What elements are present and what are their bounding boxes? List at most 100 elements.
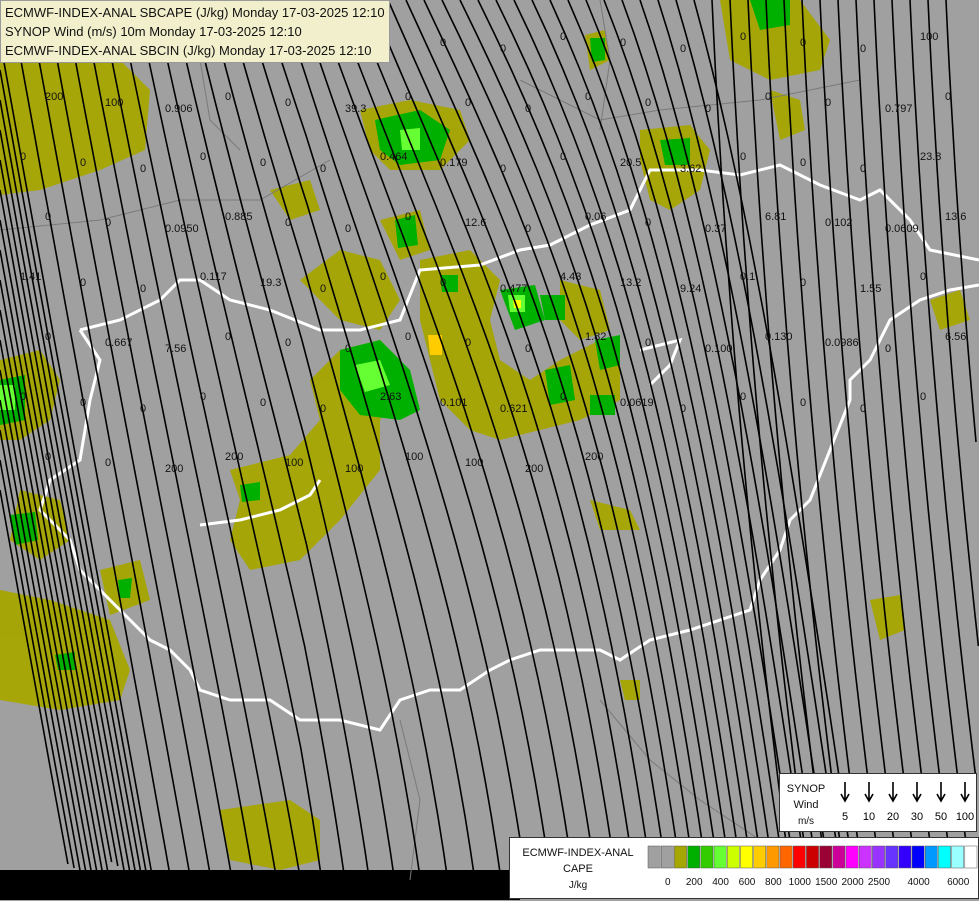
cape-legend-swatch bbox=[687, 845, 701, 869]
map-value-label: 100 bbox=[285, 457, 303, 469]
map-value-label: 20.5 bbox=[620, 157, 641, 169]
wind-legend-speed-label: 20 bbox=[887, 811, 899, 823]
map-value-label: 0 bbox=[500, 163, 506, 175]
map-value-label: 2.63 bbox=[380, 391, 401, 403]
title-line-cape: ECMWF-INDEX-ANAL SBCAPE (J/kg) Monday 17… bbox=[5, 5, 385, 20]
title-line-cin: ECMWF-INDEX-ANAL SBCIN (J/kg) Monday 17-… bbox=[5, 43, 372, 58]
map-value-label: 19.3 bbox=[260, 277, 281, 289]
cape-legend-swatch bbox=[819, 845, 833, 869]
map-value-label: 0 bbox=[525, 223, 531, 235]
map-value-label: 0 bbox=[440, 37, 446, 49]
title-line-wind: SYNOP Wind (m/s) 10m Monday 17-03-2025 1… bbox=[5, 24, 302, 39]
cape-legend-swatch bbox=[911, 845, 925, 869]
cape-legend-swatch bbox=[713, 845, 727, 869]
cape-swatches bbox=[647, 845, 978, 869]
cape-legend-label: 1500 bbox=[815, 877, 838, 888]
map-value-label: 39.3 bbox=[345, 103, 366, 115]
cape-legend-title-2: CAPE bbox=[563, 863, 593, 875]
cape-legend-title-3: J/kg bbox=[569, 880, 587, 891]
map-value-label: 0 bbox=[705, 103, 711, 115]
map-value-label: 0 bbox=[740, 391, 746, 403]
map-value-label: 0.477 bbox=[500, 283, 528, 295]
map-value-label: 13.6 bbox=[945, 211, 966, 223]
wind-legend: SYNOP Wind m/s 5 10 20 30 50 100 bbox=[779, 773, 977, 832]
map-value-label: 0.0986 bbox=[825, 337, 859, 349]
map-value-label: 0.621 bbox=[500, 403, 528, 415]
map-value-label: 0 bbox=[260, 397, 266, 409]
cape-legend-swatch bbox=[700, 845, 714, 869]
map-value-label: 0 bbox=[80, 157, 86, 169]
wind-legend-title-2: Wind bbox=[793, 799, 818, 811]
cape-legend-label: 0 bbox=[665, 877, 671, 888]
map-value-label: 0 bbox=[225, 91, 231, 103]
wind-legend-speed-label: 10 bbox=[863, 811, 875, 823]
cape-legend-swatch bbox=[898, 845, 912, 869]
map-value-label: 4.43 bbox=[560, 271, 581, 283]
map-value-label: 0 bbox=[285, 97, 291, 109]
map-value-label: 200 bbox=[165, 463, 183, 475]
map-value-label: 0 bbox=[740, 151, 746, 163]
map-value-label: 0 bbox=[345, 343, 351, 355]
map-value-label: 100 bbox=[405, 451, 423, 463]
map-value-label: 0 bbox=[260, 157, 266, 169]
cape-legend-label: 800 bbox=[765, 877, 782, 888]
map-value-label: 0.102 bbox=[825, 217, 853, 229]
map-value-label: 0 bbox=[285, 337, 291, 349]
map-value-label: 0 bbox=[80, 397, 86, 409]
map-value-label: 0 bbox=[45, 331, 51, 343]
cape-legend-label: 6000 bbox=[947, 877, 970, 888]
map-value-label: 0 bbox=[620, 37, 626, 49]
map-value-label: 100 bbox=[345, 463, 363, 475]
map-value-label: 0.667 bbox=[105, 337, 133, 349]
map-value-label: 13.2 bbox=[620, 277, 641, 289]
map-value-label: 0.1 bbox=[740, 271, 755, 283]
cape-legend-swatch bbox=[674, 845, 687, 869]
map-value-label: 0 bbox=[45, 451, 51, 463]
cape-legend-label: 1000 bbox=[789, 877, 812, 888]
map-value-label: 0 bbox=[945, 91, 951, 103]
cape-legend-label: 4000 bbox=[907, 877, 930, 888]
map-value-label: 23.8 bbox=[920, 151, 941, 163]
cape-legend-swatch bbox=[660, 845, 674, 869]
map-value-label: 0.100 bbox=[705, 343, 733, 355]
map-value-label: 9.24 bbox=[680, 283, 701, 295]
map-value-label: 0 bbox=[860, 163, 866, 175]
map-value-label: 6.81 bbox=[765, 211, 786, 223]
map-value-label: 0 bbox=[320, 163, 326, 175]
wind-legend-arrow-icon bbox=[888, 782, 898, 803]
map-value-label: 0.0950 bbox=[165, 223, 199, 235]
cape-legend-swatch bbox=[924, 845, 938, 869]
map-value-label: 0 bbox=[285, 217, 291, 229]
map-value-label: 0 bbox=[560, 151, 566, 163]
map-value-label: 0 bbox=[525, 103, 531, 115]
map-value-label: 0 bbox=[140, 163, 146, 175]
map-value-label: 0 bbox=[560, 31, 566, 43]
map-value-label: 0 bbox=[225, 331, 231, 343]
map-value-label: 0 bbox=[140, 283, 146, 295]
cape-legend-label: 600 bbox=[739, 877, 756, 888]
map-value-label: 0 bbox=[585, 91, 591, 103]
map-value-label: 0 bbox=[20, 391, 26, 403]
map-value-label: 0.464 bbox=[380, 151, 408, 163]
cape-legend-graphic: ECMWF-INDEX-ANAL CAPE J/kg 0 200 400 600 800… bbox=[522, 845, 978, 891]
cape-legend-swatch bbox=[832, 845, 846, 869]
map-value-label: 0.130 bbox=[765, 331, 793, 343]
cape-legend-swatch bbox=[740, 845, 753, 869]
map-value-label: 0 bbox=[680, 43, 686, 55]
wind-legend-speed-label: 30 bbox=[911, 811, 923, 823]
cape-legend-label: 400 bbox=[712, 877, 729, 888]
cape-legend-title-1: ECMWF-INDEX-ANAL bbox=[522, 847, 633, 859]
map-value-label: 0 bbox=[765, 91, 771, 103]
map-value-label: 0.0619 bbox=[620, 397, 654, 409]
cape-legend-swatch bbox=[753, 845, 767, 869]
cape-legend-swatch bbox=[845, 845, 859, 869]
map-value-label: 200 bbox=[585, 451, 603, 463]
wind-legend-title-1: SYNOP bbox=[787, 783, 826, 795]
map-value-label: 0 bbox=[800, 37, 806, 49]
map-value-label: 0 bbox=[80, 277, 86, 289]
wind-legend-speed-label: 50 bbox=[935, 811, 947, 823]
map-value-label: 0 bbox=[380, 271, 386, 283]
map-value-label: 0 bbox=[45, 211, 51, 223]
cape-legend-label: 200 bbox=[686, 877, 703, 888]
cape-legend-swatch bbox=[872, 845, 885, 869]
